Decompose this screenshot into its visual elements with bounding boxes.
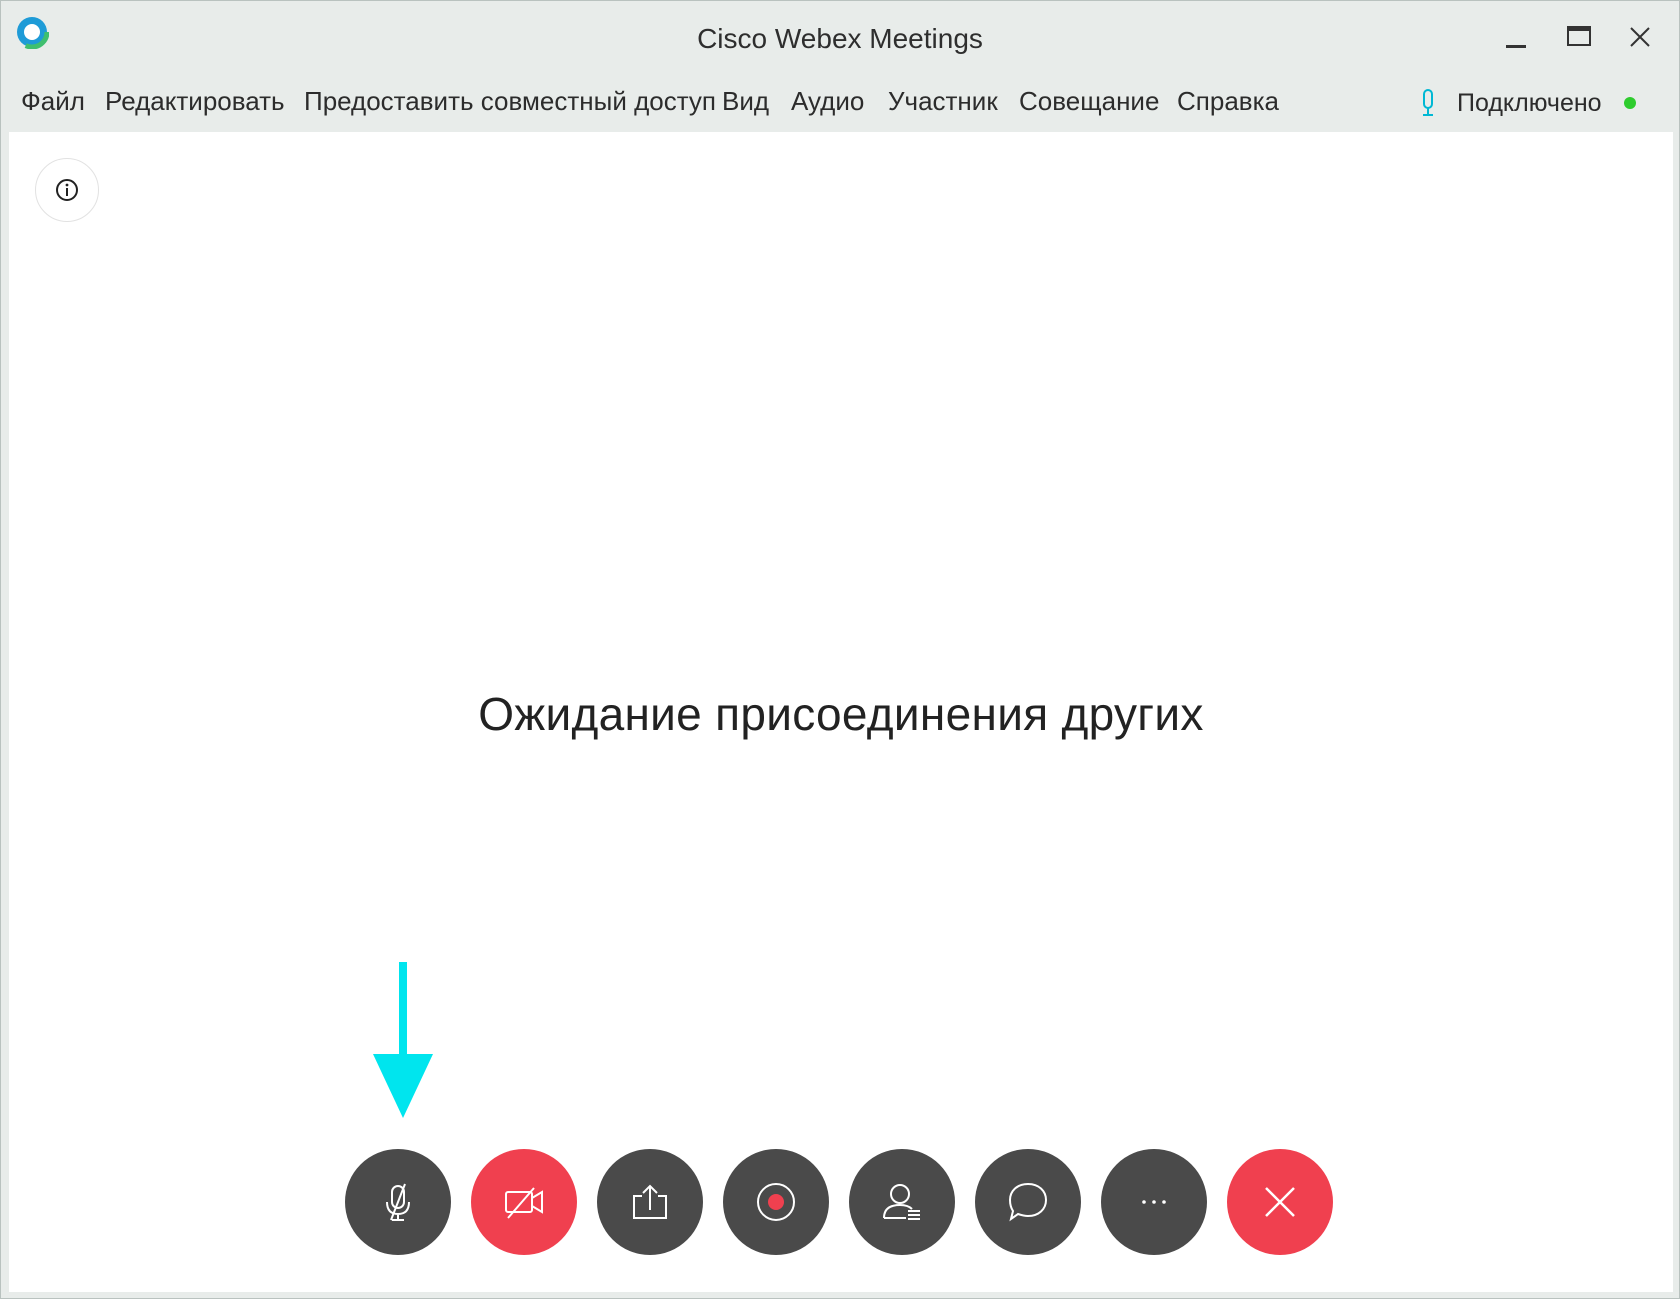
waiting-message: Ожидание присоединения других	[478, 688, 1204, 740]
menu-meeting[interactable]: Совещание	[1019, 86, 1159, 117]
close-window-button[interactable]	[1615, 15, 1665, 59]
close-icon	[1630, 27, 1650, 47]
menu-file[interactable]: Файл	[21, 86, 85, 117]
more-icon	[1142, 1200, 1166, 1204]
menu-share[interactable]: Предоставить совместный доступ	[304, 86, 716, 117]
connection-status-label: Подключено	[1457, 88, 1602, 117]
menu-audio[interactable]: Аудио	[791, 86, 864, 117]
menu-view[interactable]: Вид	[722, 86, 769, 117]
meeting-info-button[interactable]	[35, 158, 99, 222]
menu-edit[interactable]: Редактировать	[105, 86, 285, 117]
window-title: Cisco Webex Meetings	[697, 23, 983, 54]
mute-button[interactable]	[345, 1149, 451, 1255]
chat-button[interactable]	[975, 1149, 1081, 1255]
connected-indicator	[1623, 97, 1636, 109]
more-options-button[interactable]	[1101, 1149, 1207, 1255]
minimize-icon	[1506, 45, 1526, 48]
title-bar: Cisco Webex Meetings	[1, 1, 1679, 79]
share-icon	[633, 1184, 667, 1219]
app-window: Cisco Webex Meetings Файл Редактировать …	[0, 0, 1680, 1299]
maximize-button[interactable]	[1554, 15, 1604, 59]
minimize-button[interactable]	[1491, 15, 1541, 59]
microphone-icon	[1423, 89, 1433, 116]
video-off-icon	[505, 1187, 543, 1219]
annotation-arrow	[373, 962, 433, 1118]
end-meeting-button[interactable]	[1227, 1149, 1333, 1255]
participants-button[interactable]	[849, 1149, 955, 1255]
mic-muted-icon	[386, 1183, 410, 1221]
end-meeting-icon	[1265, 1187, 1295, 1217]
video-button[interactable]	[471, 1149, 577, 1255]
maximize-icon	[1567, 26, 1591, 46]
participants-icon	[883, 1184, 920, 1220]
menu-participant[interactable]: Участник	[888, 86, 998, 117]
connection-status: Подключено	[1419, 83, 1636, 123]
menu-help[interactable]: Справка	[1177, 86, 1279, 117]
record-button[interactable]	[723, 1149, 829, 1255]
share-button[interactable]	[597, 1149, 703, 1255]
record-icon	[757, 1183, 795, 1221]
chat-icon	[1008, 1182, 1048, 1222]
info-icon	[56, 179, 78, 201]
meeting-stage: Ожидание присоединения других	[9, 132, 1673, 1292]
